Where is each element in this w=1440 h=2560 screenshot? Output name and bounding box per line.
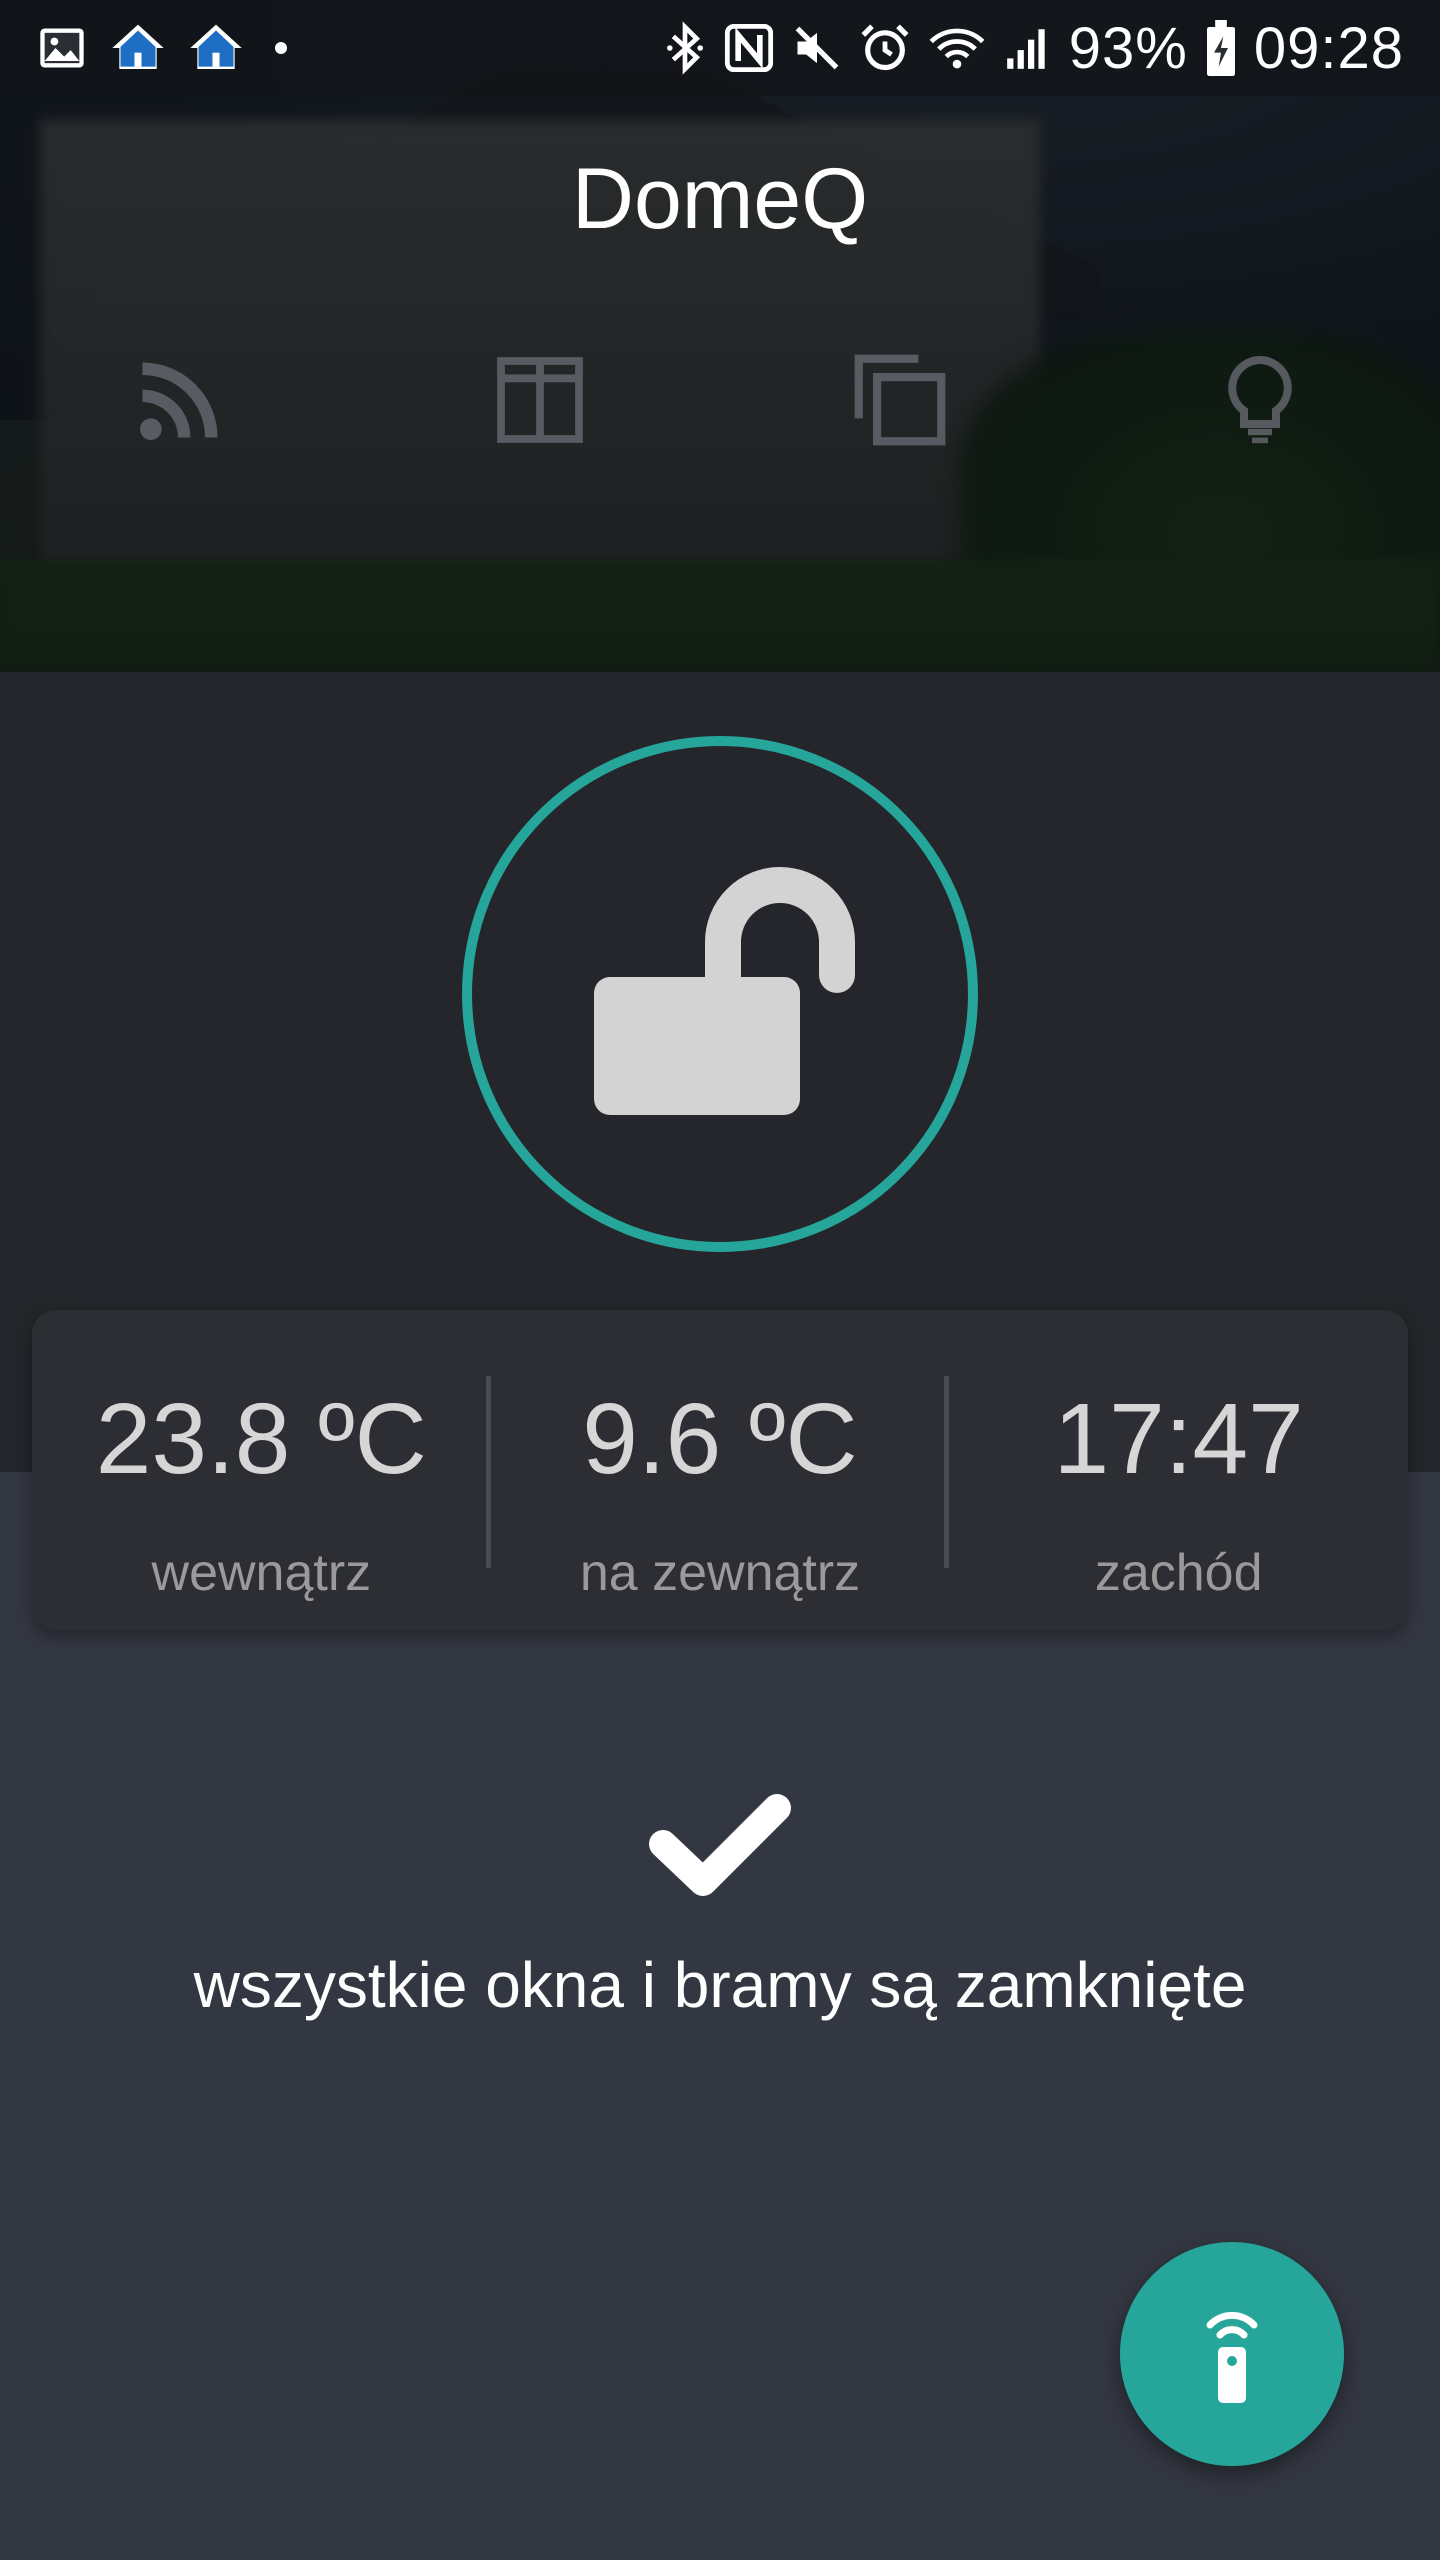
checkmark-icon (645, 1790, 795, 1906)
stats-card: 23.8 ºC wewnątrz 9.6 ºC na zewnątrz 17:4… (32, 1310, 1408, 1630)
home-icon (110, 20, 166, 76)
battery-percent: 93% (1068, 15, 1188, 81)
stat-inside-temperature: 23.8 ºC wewnątrz (32, 1310, 491, 1630)
battery-charging-icon (1204, 20, 1238, 76)
unlocked-padlock-icon (560, 857, 880, 1131)
home-icon (188, 20, 244, 76)
wifi-icon (927, 22, 987, 74)
closure-status: wszystkie okna i bramy są zamknięte (0, 1790, 1440, 2022)
gallery-icon (36, 22, 88, 74)
app-screen: 93% 09:28 DomeQ 23.8 ºC wewnątrz 9.6 ºC … (0, 0, 1440, 2560)
clock: 09:28 (1253, 15, 1404, 81)
status-message: wszystkie okna i bramy są zamknięte (193, 1949, 1247, 2021)
remote-control-icon (1192, 2297, 1272, 2411)
rss-feed-icon[interactable] (120, 340, 240, 460)
mute-icon (791, 22, 843, 74)
stat-value: 23.8 ºC (95, 1383, 427, 1495)
alarm-icon (859, 22, 911, 74)
hero-background-image (0, 0, 1440, 672)
stat-value: 9.6 ºC (582, 1383, 858, 1495)
app-title: DomeQ (571, 151, 869, 247)
signal-icon (1003, 22, 1053, 74)
nfc-icon (723, 22, 775, 74)
top-nav (0, 340, 1440, 460)
stat-label: wewnątrz (151, 1544, 372, 1602)
status-bar: 93% 09:28 (0, 0, 1440, 96)
dot-icon (266, 33, 296, 63)
remote-control-button[interactable] (1120, 2242, 1344, 2466)
lightbulb-icon[interactable] (1200, 340, 1320, 460)
window-icon[interactable] (480, 340, 600, 460)
stat-label: zachód (1094, 1544, 1263, 1602)
copy-windows-icon[interactable] (840, 340, 960, 460)
bluetooth-icon (663, 20, 707, 76)
stat-label: na zewnątrz (579, 1544, 861, 1602)
lock-toggle-button[interactable] (462, 736, 978, 1252)
stat-value: 17:47 (1053, 1383, 1304, 1495)
stat-sunset: 17:47 zachód (949, 1310, 1408, 1630)
stat-outside-temperature: 9.6 ºC na zewnątrz (491, 1310, 950, 1630)
